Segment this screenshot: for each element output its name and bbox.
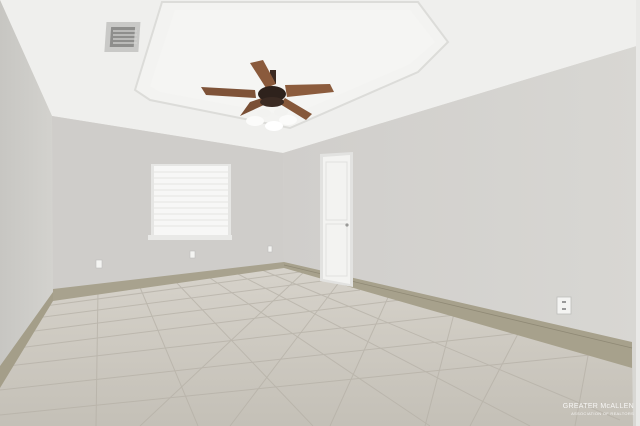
air-vent bbox=[104, 22, 141, 52]
wall-outlet bbox=[267, 245, 273, 253]
wall-outlet bbox=[556, 296, 572, 315]
room-illustration bbox=[0, 0, 640, 426]
watermark-title: GREATER McALLEN bbox=[562, 403, 634, 410]
door bbox=[320, 152, 353, 287]
wall-outlet bbox=[95, 259, 103, 269]
empty-room-photo: GREATER McALLEN ASSOCIATION OF REALTORS bbox=[0, 0, 640, 426]
door-knob bbox=[345, 223, 349, 227]
watermark: GREATER McALLEN ASSOCIATION OF REALTORS bbox=[563, 403, 634, 416]
window bbox=[148, 164, 232, 240]
wall-outlet bbox=[189, 250, 196, 259]
watermark-subtitle: ASSOCIATION OF REALTORS bbox=[571, 411, 634, 416]
